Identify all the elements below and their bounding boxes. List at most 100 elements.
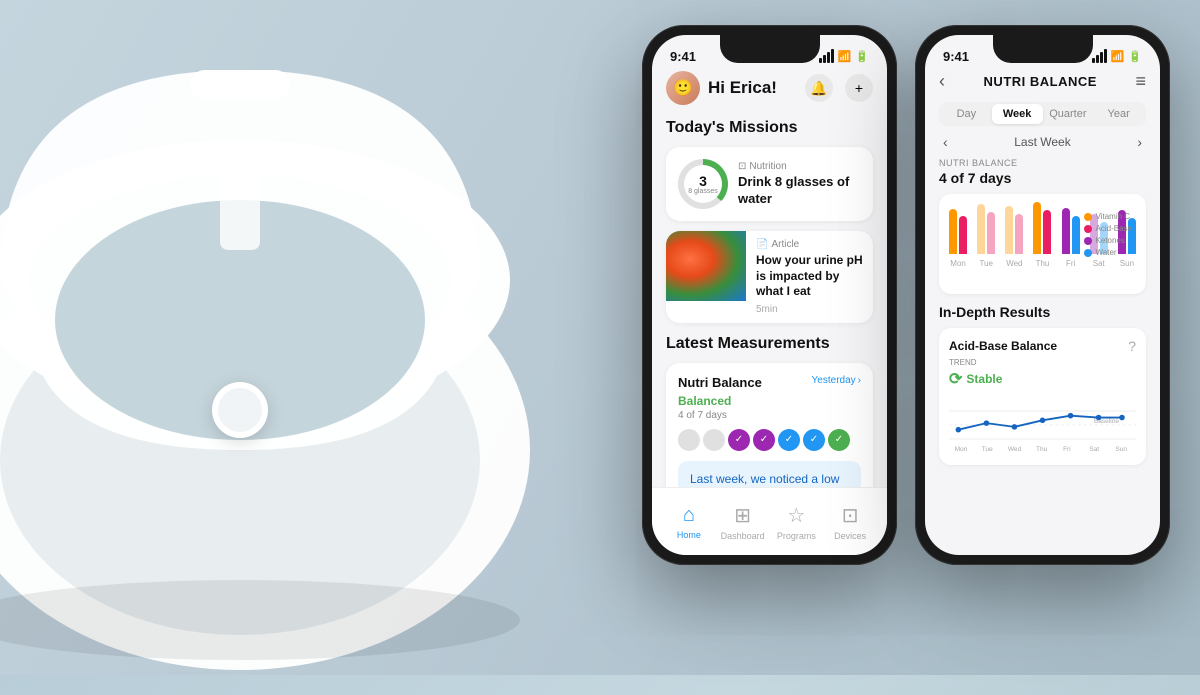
article-icon: 📄 — [756, 239, 768, 250]
tab-year[interactable]: Year — [1093, 104, 1144, 124]
dot-5: ✓ — [778, 429, 800, 451]
svg-text:Tue: Tue — [982, 446, 993, 453]
notch-1 — [720, 35, 820, 63]
legend-vitaminc: Vitamin C — [1084, 212, 1132, 221]
dot-3: ✓ — [728, 429, 750, 451]
status-icons-2: 📶 🔋 — [1092, 49, 1142, 63]
legend-water-label: Water — [1096, 248, 1117, 257]
battery-icon-1: 🔋 — [855, 50, 869, 63]
day-mon: Mon — [950, 259, 966, 268]
dot-2 — [703, 429, 725, 451]
battery-icon-2: 🔋 — [1128, 50, 1142, 63]
mission-name: Drink 8 glasses of water — [738, 174, 861, 208]
chart-col-fri: Fri — [1060, 194, 1082, 268]
status-time-1: 9:41 — [670, 49, 696, 64]
star-icon: ☆ — [787, 503, 805, 528]
article-card[interactable]: 📄 Article How your urine pH is impacted … — [666, 231, 873, 323]
mission-category: ⊡ Nutrition — [738, 161, 861, 172]
menu-icon[interactable]: ≡ — [1135, 71, 1146, 92]
tab-day[interactable]: Day — [941, 104, 992, 124]
wifi-icon-1: 📶 — [838, 50, 852, 63]
home-icon: ⌂ — [683, 504, 695, 527]
svg-text:Sun: Sun — [1115, 446, 1127, 453]
legend-ketones: Ketones — [1084, 236, 1132, 245]
stable-icon: ⟳ — [949, 369, 962, 389]
legend-acidbase: Acid-Base — [1084, 224, 1132, 233]
meas-header: Nutri Balance Yesterday › — [678, 375, 861, 390]
nav-devices[interactable]: ⊡ Devices — [823, 503, 877, 541]
nutri-balance-label: NUTRI BALANCE — [939, 158, 1146, 168]
toilet-image — [0, 0, 560, 690]
trend-value: ⟳ Stable — [949, 369, 1136, 389]
tab-week[interactable]: Week — [992, 104, 1043, 124]
day-tue: Tue — [979, 259, 993, 268]
phone-2-content: ‹ NUTRI BALANCE ≡ Day Week Quarter Year … — [925, 71, 1160, 555]
svg-text:Wed: Wed — [1008, 446, 1022, 453]
article-time: 5min — [756, 304, 863, 315]
avatar-row: 🙂 Hi Erica! — [666, 71, 777, 105]
avatar: 🙂 — [666, 71, 700, 105]
day-sun: Sun — [1120, 259, 1134, 268]
dot-7: ✓ — [828, 429, 850, 451]
dot-6: ✓ — [803, 429, 825, 451]
result-card-header: Acid-Base Balance ? — [949, 338, 1136, 354]
prev-week-button[interactable]: ‹ — [943, 134, 948, 150]
phone-2-screen: 9:41 📶 🔋 ‹ NUTRI BALANCE — [925, 35, 1160, 555]
nav-dashboard[interactable]: ⊞ Dashboard — [716, 503, 770, 541]
nutrition-icon: ⊡ — [738, 161, 746, 172]
phone-1: 9:41 📶 🔋 — [642, 25, 897, 565]
nav-home-label: Home — [677, 530, 701, 540]
bottom-nav-1: ⌂ Home ⊞ Dashboard ☆ Programs ⊡ Devices — [652, 487, 887, 555]
back-button[interactable]: ‹ — [939, 71, 945, 92]
legend-acidbase-label: Acid-Base — [1096, 224, 1132, 233]
chart-legend: Vitamin C Acid-Base Ketones — [1084, 212, 1132, 257]
tab-quarter[interactable]: Quarter — [1043, 104, 1094, 124]
phone-1-scroll[interactable]: 🙂 Hi Erica! 🔔 + Today's Missions — [652, 71, 887, 555]
meas-days: 4 of 7 days — [678, 410, 861, 421]
nav-programs[interactable]: ☆ Programs — [770, 503, 824, 541]
chart-bars: Mon Tue — [947, 204, 1138, 284]
signal-icon-2 — [1092, 49, 1107, 63]
nutri-chart: Mon Tue — [939, 194, 1146, 294]
bell-icon[interactable]: 🔔 — [805, 74, 833, 102]
add-icon[interactable]: + — [845, 74, 873, 102]
water-mission-card[interactable]: 3 8 glasses ⊡ Nutrition Drink 8 glasses … — [666, 147, 873, 221]
svg-text:Mon: Mon — [955, 446, 968, 453]
next-week-button[interactable]: › — [1137, 134, 1142, 150]
week-label: Last Week — [1014, 135, 1070, 149]
nav-home[interactable]: ⌂ Home — [662, 504, 716, 540]
legend-vitaminc-label: Vitamin C — [1096, 212, 1131, 221]
in-depth-title: In-Depth Results — [939, 304, 1146, 320]
meas-title: Nutri Balance — [678, 375, 762, 390]
signal-icon-1 — [819, 49, 834, 63]
status-time-2: 9:41 — [943, 49, 969, 64]
wifi-icon-2: 📶 — [1111, 50, 1125, 63]
chevron-right-icon: › — [858, 375, 861, 386]
time-tabs: Day Week Quarter Year — [939, 102, 1146, 126]
day-sat: Sat — [1093, 259, 1105, 268]
dashboard-icon: ⊞ — [734, 503, 751, 528]
phones-container: 9:41 📶 🔋 — [642, 25, 1170, 565]
water-count: 3 — [699, 174, 707, 188]
nutri-title: NUTRI BALANCE — [984, 74, 1097, 89]
day-wed: Wed — [1006, 259, 1022, 268]
device-icon: ⊡ — [842, 503, 859, 528]
nutri-days: 4 of 7 days — [939, 170, 1146, 186]
svg-text:Fri: Fri — [1063, 446, 1071, 453]
legend-ketones-label: Ketones — [1096, 236, 1125, 245]
article-title: How your urine pH is impacted by what I … — [756, 253, 863, 300]
day-thu: Thu — [1036, 259, 1050, 268]
missions-title: Today's Missions — [666, 119, 873, 137]
legend-water: Water — [1084, 248, 1132, 257]
help-icon[interactable]: ? — [1128, 338, 1136, 354]
trend-label: TREND — [949, 358, 1136, 367]
chart-col-thu: Thu — [1031, 194, 1053, 268]
week-nav: ‹ Last Week › — [939, 134, 1146, 150]
meas-subtitle: Balanced — [678, 394, 861, 408]
svg-text:Thu: Thu — [1036, 446, 1048, 453]
header-icons: 🔔 + — [805, 74, 873, 102]
greeting-text: Hi Erica! — [708, 78, 777, 98]
status-icons-1: 📶 🔋 — [819, 49, 869, 63]
phone-1-content: 🙂 Hi Erica! 🔔 + Today's Missions — [652, 71, 887, 555]
chart-col-mon: Mon — [947, 194, 969, 268]
